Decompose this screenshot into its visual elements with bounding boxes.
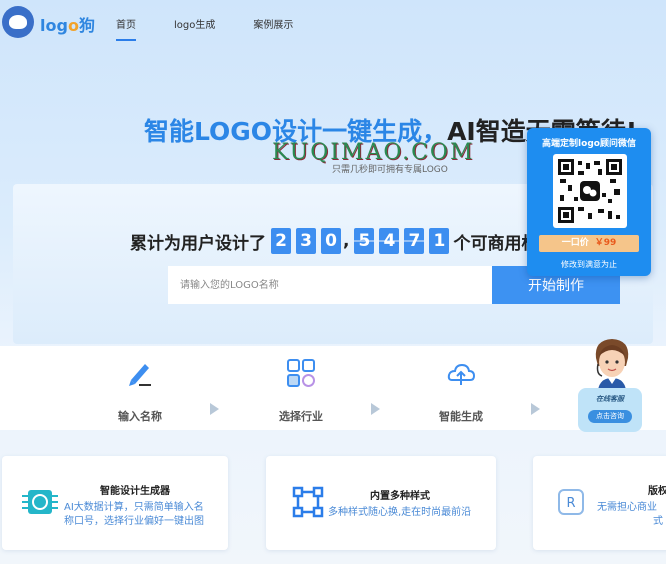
counter-digit: 3 [296,228,316,254]
feature-card-copyright[interactable]: R 版权 无需担心商业 式 [533,456,666,550]
step-arrow-icon [371,403,380,415]
header: logo狗 首页 logo生成 案例展示 [0,0,666,48]
step-select-industry: 选择行业 [261,358,341,424]
pen-icon [129,364,151,386]
feature-desc: 多种样式随心换,走在时尚最前沿 [328,507,472,518]
nav-cases[interactable]: 案例展示 [253,16,293,31]
copyright-icon: R [558,489,584,515]
site-logo[interactable]: logo狗 [2,4,98,40]
popup-title: 高端定制logo顾问微信 [542,139,636,149]
price-button[interactable]: 一口价 ￥99 [539,235,639,252]
brain-chip-icon [22,490,58,514]
feature-title: 版权 [648,486,666,497]
step-input-name: 输入名称 [100,358,180,424]
popup-note: 修改到满意为止 [561,260,617,269]
page: logo狗 首页 logo生成 案例展示 智能LOGO设计一键生成，AI智造无需… [0,0,666,564]
wechat-qr-code[interactable] [553,154,627,228]
main-nav: 首页 logo生成 案例展示 [116,16,331,41]
feature-title: 内置多种样式 [370,491,430,502]
cloud-icon [447,363,476,385]
hero-subtitle: 只需几秒即可拥有专属LOGO [332,165,448,175]
feature-desc: AI大数据计算，只需简单输入名 [64,502,204,513]
counter-digit: 5 [354,228,375,254]
counter-digit: 4 [379,228,400,254]
step-smart-generate: 智能生成 [421,358,501,424]
consultant-popup: 高端定制logo顾问微信 一口价 ￥99 修改到满意为止 [527,128,651,276]
feature-desc: 无需担心商业 [597,502,657,513]
grid-icon [287,359,315,387]
feature-desc: 式 [653,516,663,527]
nav-home[interactable]: 首页 [116,16,136,41]
svg-text:R: R [566,496,575,511]
dog-logo-icon [2,6,34,38]
feature-card-ai[interactable]: 智能设计生成器 AI大数据计算，只需简单输入名 称口号，选择行业偏好一键出图 [2,456,228,550]
consult-button[interactable]: 点击咨询 [588,410,632,423]
online-support[interactable]: 在线客服 点击咨询 [576,336,646,436]
support-bubble[interactable]: 在线客服 点击咨询 [578,388,642,432]
step-label: 输入名称 [118,410,162,423]
support-agent-icon [595,339,629,390]
nav-logo-generate[interactable]: logo生成 [174,16,215,31]
steps-strip: 输入名称 选择行业 智能生成 [0,346,666,430]
counter-digit: 1 [429,228,450,254]
logo-text: logo狗 [40,16,95,35]
counter-digit: 0 [321,228,341,254]
support-title: 在线客服 [596,395,624,403]
step-label: 选择行业 [279,410,323,423]
counter-digit: 2 [271,228,291,254]
logo-name-input[interactable] [168,266,492,304]
step-label: 智能生成 [439,410,483,423]
qr-code-icon [558,159,622,223]
feature-card-styles[interactable]: 内置多种样式 多种样式随心换,走在时尚最前沿 [266,456,496,550]
feature-title: 智能设计生成器 [100,486,170,497]
step-arrow-icon [531,403,540,415]
feature-desc: 称口号，选择行业偏好一键出图 [64,516,204,527]
nodes-icon [292,486,324,518]
counter-label: 累计为用户设计了 [130,233,266,254]
step-arrow-icon [210,403,219,415]
counter-digit: 7 [404,228,425,254]
